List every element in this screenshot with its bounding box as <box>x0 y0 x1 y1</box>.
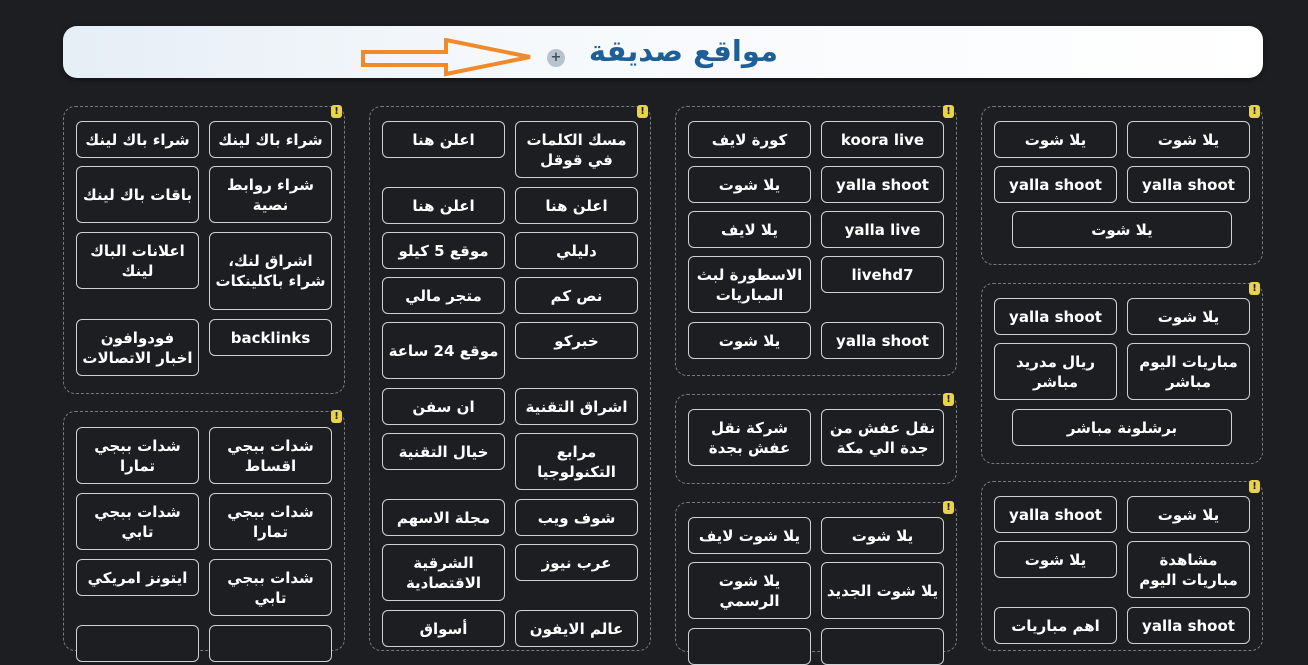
friend-link[interactable]: koora live <box>821 121 944 158</box>
friend-link[interactable]: متجر مالي <box>382 277 505 314</box>
friend-link[interactable]: موقع 24 ساعة <box>382 322 505 379</box>
friend-link[interactable]: عرب نيوز <box>515 544 638 581</box>
friend-link[interactable]: يلا شوت <box>821 517 944 554</box>
warning-icon: ! <box>1249 480 1260 493</box>
friend-link[interactable]: يلا شوت <box>688 166 811 203</box>
friend-link[interactable]: برشلونة مباشر <box>1012 409 1232 446</box>
warning-icon: ! <box>943 393 954 406</box>
friend-link[interactable]: الشرقية الاقتصادية <box>382 544 505 601</box>
friend-link[interactable]: ان سفن <box>382 388 505 425</box>
friend-link[interactable]: مرابع التكنولوجيا <box>515 433 638 490</box>
friend-link[interactable]: يلا شوت <box>688 322 811 359</box>
friend-link[interactable]: مسك الكلمات في قوقل <box>515 121 638 178</box>
friend-link[interactable]: يلا شوت <box>994 121 1117 158</box>
friend-link[interactable]: نص كم <box>515 277 638 314</box>
friend-link[interactable]: اعلن هنا <box>515 187 638 224</box>
friend-link[interactable]: yalla shoot <box>994 298 1117 335</box>
friend-link[interactable]: أسواق <box>382 610 505 647</box>
friend-link[interactable]: فودوافون اخبار الاتصالات <box>76 319 199 376</box>
friend-link[interactable]: الاسطورة لبث المباريات <box>688 256 811 313</box>
friend-link[interactable]: مجلة الاسهم <box>382 499 505 536</box>
warning-icon: ! <box>331 410 342 423</box>
friend-link[interactable]: اعلن هنا <box>382 121 505 158</box>
friend-link[interactable]: موقع 5 كيلو <box>382 232 505 269</box>
friend-link[interactable] <box>688 628 811 665</box>
friend-link[interactable] <box>209 625 332 662</box>
warning-icon: ! <box>1249 105 1260 118</box>
friend-link[interactable]: yalla shoot <box>821 166 944 203</box>
friend-link[interactable]: يلا شوت الرسمي <box>688 562 811 619</box>
friend-link[interactable]: شدات ببجي تمارا <box>209 493 332 550</box>
expand-plus-icon[interactable]: + <box>547 49 565 67</box>
arrow-annotation-icon <box>361 38 531 77</box>
friend-link[interactable]: يلا لايف <box>688 211 811 248</box>
friend-link[interactable]: شدات ببجي تابي <box>76 493 199 550</box>
friend-link[interactable]: عالم الايفون <box>515 610 638 647</box>
friend-link[interactable]: yalla shoot <box>994 166 1117 203</box>
warning-icon: ! <box>637 105 648 118</box>
friend-link[interactable]: يلا شوت لايف <box>688 517 811 554</box>
friend-link[interactable]: ريال مدريد مباشر <box>994 343 1117 400</box>
friend-link[interactable]: اشراق لنك، شراء باكلينكات <box>209 232 332 310</box>
friend-link[interactable]: yalla shoot <box>821 322 944 359</box>
friend-link[interactable]: يلا شوت <box>1012 211 1232 248</box>
friend-link[interactable]: اعلن هنا <box>382 187 505 224</box>
friend-link[interactable]: خبركو <box>515 322 638 359</box>
friend-link[interactable]: يلا شوت <box>1127 121 1250 158</box>
friend-link[interactable]: شراء باك لينك <box>76 121 199 158</box>
friend-link[interactable] <box>821 628 944 665</box>
friend-link[interactable]: شوف ويب <box>515 499 638 536</box>
friend-link[interactable]: شدات ببجي اقساط <box>209 427 332 484</box>
warning-icon: ! <box>943 105 954 118</box>
friend-link[interactable]: شركة نقل عفش بجدة <box>688 409 811 466</box>
warning-icon: ! <box>331 105 342 118</box>
friend-link[interactable]: شراء باك لينك <box>209 121 332 158</box>
friend-link[interactable]: يلا شوت الجديد <box>821 562 944 619</box>
friend-link[interactable]: اعلانات الباك لينك <box>76 232 199 289</box>
warning-icon: ! <box>1249 282 1260 295</box>
friend-link[interactable]: اشراق التقنية <box>515 388 638 425</box>
friend-link[interactable]: يلا شوت <box>1127 496 1250 533</box>
friend-link[interactable]: yalla shoot <box>994 496 1117 533</box>
friend-link[interactable]: خيال التقنية <box>382 433 505 470</box>
page-title: مواقع صديقة <box>588 34 778 68</box>
friend-link[interactable]: شدات ببجي تمارا <box>76 427 199 484</box>
friend-link[interactable]: دليلي <box>515 232 638 269</box>
friend-link[interactable]: yalla live <box>821 211 944 248</box>
friend-link[interactable]: كورة لايف <box>688 121 811 158</box>
friend-link[interactable]: اهم مباريات <box>994 607 1117 644</box>
friend-link[interactable]: ايتونز امريكي <box>76 559 199 596</box>
friend-link[interactable]: مشاهدة مباريات اليوم <box>1127 541 1250 598</box>
friend-link[interactable]: باقات باك لينك <box>76 166 199 223</box>
friend-link[interactable]: yalla shoot <box>1127 607 1250 644</box>
warning-icon: ! <box>943 501 954 514</box>
friend-link[interactable]: yalla shoot <box>1127 166 1250 203</box>
friend-link[interactable]: شدات ببجي تابي <box>209 559 332 616</box>
friend-link[interactable]: نقل عفش من جدة الي مكة <box>821 409 944 466</box>
friend-link[interactable] <box>76 625 199 662</box>
friend-link[interactable]: livehd7 <box>821 256 944 293</box>
friend-link[interactable]: مباريات اليوم مباشر <box>1127 343 1250 400</box>
friend-sites-header: + مواقع صديقة <box>63 26 1263 78</box>
friend-link[interactable]: يلا شوت <box>1127 298 1250 335</box>
friend-link[interactable]: يلا شوت <box>994 541 1117 578</box>
friend-link[interactable]: شراء روابط نصية <box>209 166 332 223</box>
friend-link[interactable]: backlinks <box>209 319 332 356</box>
